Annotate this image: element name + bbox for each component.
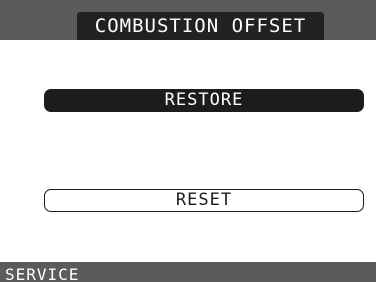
page-title: COMBUSTION OFFSET xyxy=(77,12,324,40)
restore-button[interactable]: RESTORE xyxy=(44,89,364,112)
main-content: RESTORE RESET xyxy=(11,40,376,262)
title-bar: COMBUSTION OFFSET xyxy=(0,0,376,40)
screen-edge xyxy=(0,40,11,262)
status-label: SERVICE xyxy=(5,265,80,282)
reset-button[interactable]: RESET xyxy=(44,189,364,212)
status-bar: SERVICE xyxy=(0,262,376,282)
device-screen: COMBUSTION OFFSET RESTORE RESET SERVICE xyxy=(0,0,376,282)
